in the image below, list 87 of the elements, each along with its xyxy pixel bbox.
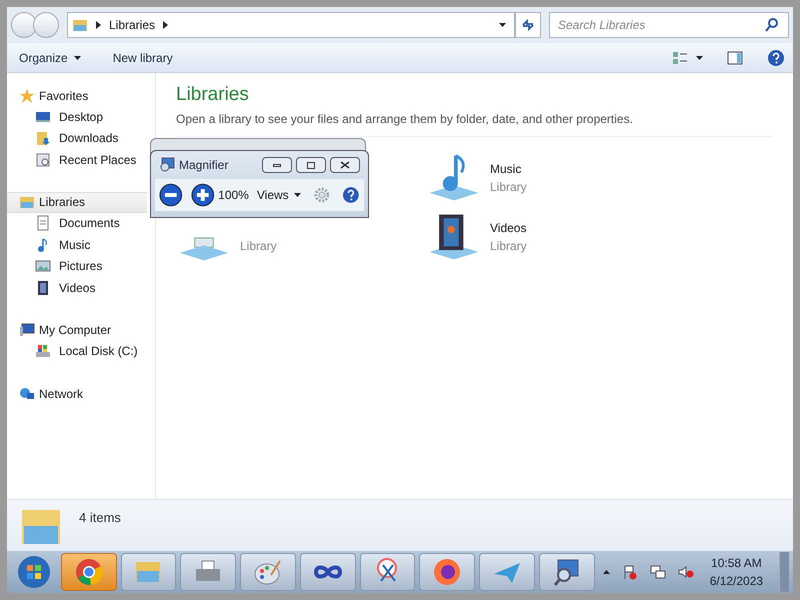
film-icon	[35, 280, 51, 296]
zoom-out-button[interactable]	[159, 183, 183, 207]
magnifier-icon	[159, 157, 175, 173]
library-subtitle: Library	[240, 238, 277, 254]
zoom-in-button[interactable]	[190, 183, 214, 207]
library-subtitle: Library	[490, 238, 527, 254]
help-icon[interactable]	[342, 186, 360, 204]
breadcrumb-arrow-icon	[163, 21, 168, 29]
breadcrumb[interactable]: Libraries	[109, 16, 156, 34]
show-hidden-icons-icon[interactable]	[602, 570, 610, 574]
nav-item[interactable]: Desktop	[7, 106, 147, 128]
caret-icon[interactable]	[499, 23, 506, 27]
taskbar-button[interactable]	[240, 553, 296, 591]
taskbar-button[interactable]	[538, 553, 595, 591]
library-name[interactable]: Videos	[490, 218, 527, 236]
nav-label: Videos	[59, 280, 96, 297]
toolbar-button[interactable]: Organize	[15, 48, 85, 66]
taskbar-button[interactable]	[60, 553, 117, 591]
nav-label: My Computer	[39, 322, 112, 339]
nav-group[interactable]: Network	[7, 383, 147, 404]
taskbar-button[interactable]	[419, 553, 476, 591]
library-icon	[72, 17, 88, 33]
nav-label: Pictures	[59, 258, 102, 276]
nav-group[interactable]: Libraries	[7, 192, 147, 212]
browser-icon	[74, 557, 104, 587]
views-menu[interactable]: Views	[256, 186, 301, 204]
caret-icon	[294, 193, 301, 197]
minimize-button[interactable]	[262, 157, 292, 173]
nav-item[interactable]: Music	[7, 234, 147, 256]
computer-icon	[19, 322, 35, 338]
breadcrumb-arrow-icon	[96, 21, 101, 29]
nav-item[interactable]: Local Disk (C:)	[7, 340, 147, 362]
nav-item[interactable]: Recent Places	[7, 149, 147, 170]
page-description: Open a library to see your files and arrange them by folder, date, and other properties.	[176, 110, 773, 136]
preview-pane-icon[interactable]	[727, 50, 743, 66]
page-title: Libraries	[176, 83, 250, 107]
speaker-muted-icon[interactable]	[678, 564, 694, 580]
nav-label: Desktop	[59, 108, 104, 126]
library-name[interactable]: Music	[490, 160, 527, 178]
nav-label: Libraries	[39, 194, 86, 211]
nav-item[interactable]: Pictures	[7, 256, 147, 277]
help-icon[interactable]	[767, 48, 785, 66]
nav-item[interactable]: Videos	[7, 277, 147, 298]
taskbar-button[interactable]	[180, 553, 236, 591]
nav-item[interactable]: Downloads	[7, 128, 147, 149]
address-field[interactable]: Libraries	[67, 12, 515, 38]
star-icon	[19, 88, 35, 104]
item-count: 4 items	[79, 509, 121, 527]
library-icon	[19, 194, 35, 210]
start-orb-icon	[16, 554, 52, 590]
zoom-level: 100%	[218, 187, 249, 204]
refresh-icon	[520, 17, 536, 33]
window-title: Magnifier	[179, 157, 228, 174]
disk-icon	[35, 343, 51, 360]
nav-label: Favorites	[39, 88, 88, 104]
nav-label: Downloads	[59, 130, 118, 148]
taskbar-button[interactable]	[360, 553, 416, 591]
clock[interactable]: 10:58 AM 6/12/2023	[698, 554, 776, 590]
refresh-button[interactable]	[515, 12, 541, 38]
close-button[interactable]	[330, 157, 360, 173]
nav-item[interactable]: Documents	[7, 212, 147, 234]
nav-label: Documents	[59, 215, 120, 232]
nav-group[interactable]: My Computer	[7, 320, 147, 340]
caret-icon[interactable]	[696, 56, 703, 60]
network-status-icon[interactable]	[650, 564, 666, 580]
search-input[interactable]: Search Libraries	[558, 16, 764, 34]
taskbar-button[interactable]	[300, 553, 356, 591]
network-icon	[19, 386, 35, 402]
nav-label: Network	[39, 386, 84, 402]
time: 10:58 AM	[711, 555, 762, 572]
close-icon	[340, 161, 350, 169]
recent-places-icon	[35, 152, 51, 168]
folder-arrow-icon	[35, 130, 51, 146]
nav-label: Local Disk (C:)	[59, 343, 138, 360]
date: 6/12/2023	[710, 573, 764, 590]
document-icon	[35, 215, 51, 232]
library-subtitle: Library	[490, 178, 527, 196]
maximize-button[interactable]	[296, 157, 326, 173]
nav-group[interactable]: Favorites	[7, 85, 147, 106]
nav-label: Recent Places	[59, 152, 136, 169]
nav-label: Music	[59, 236, 90, 254]
picture-icon	[35, 258, 51, 274]
search-field[interactable]: Search Libraries	[549, 12, 789, 38]
view-options-icon[interactable]	[672, 50, 688, 66]
toolbar-button[interactable]: New library	[108, 48, 177, 66]
flag-warning-icon[interactable]	[622, 564, 638, 580]
search-icon	[764, 17, 780, 33]
